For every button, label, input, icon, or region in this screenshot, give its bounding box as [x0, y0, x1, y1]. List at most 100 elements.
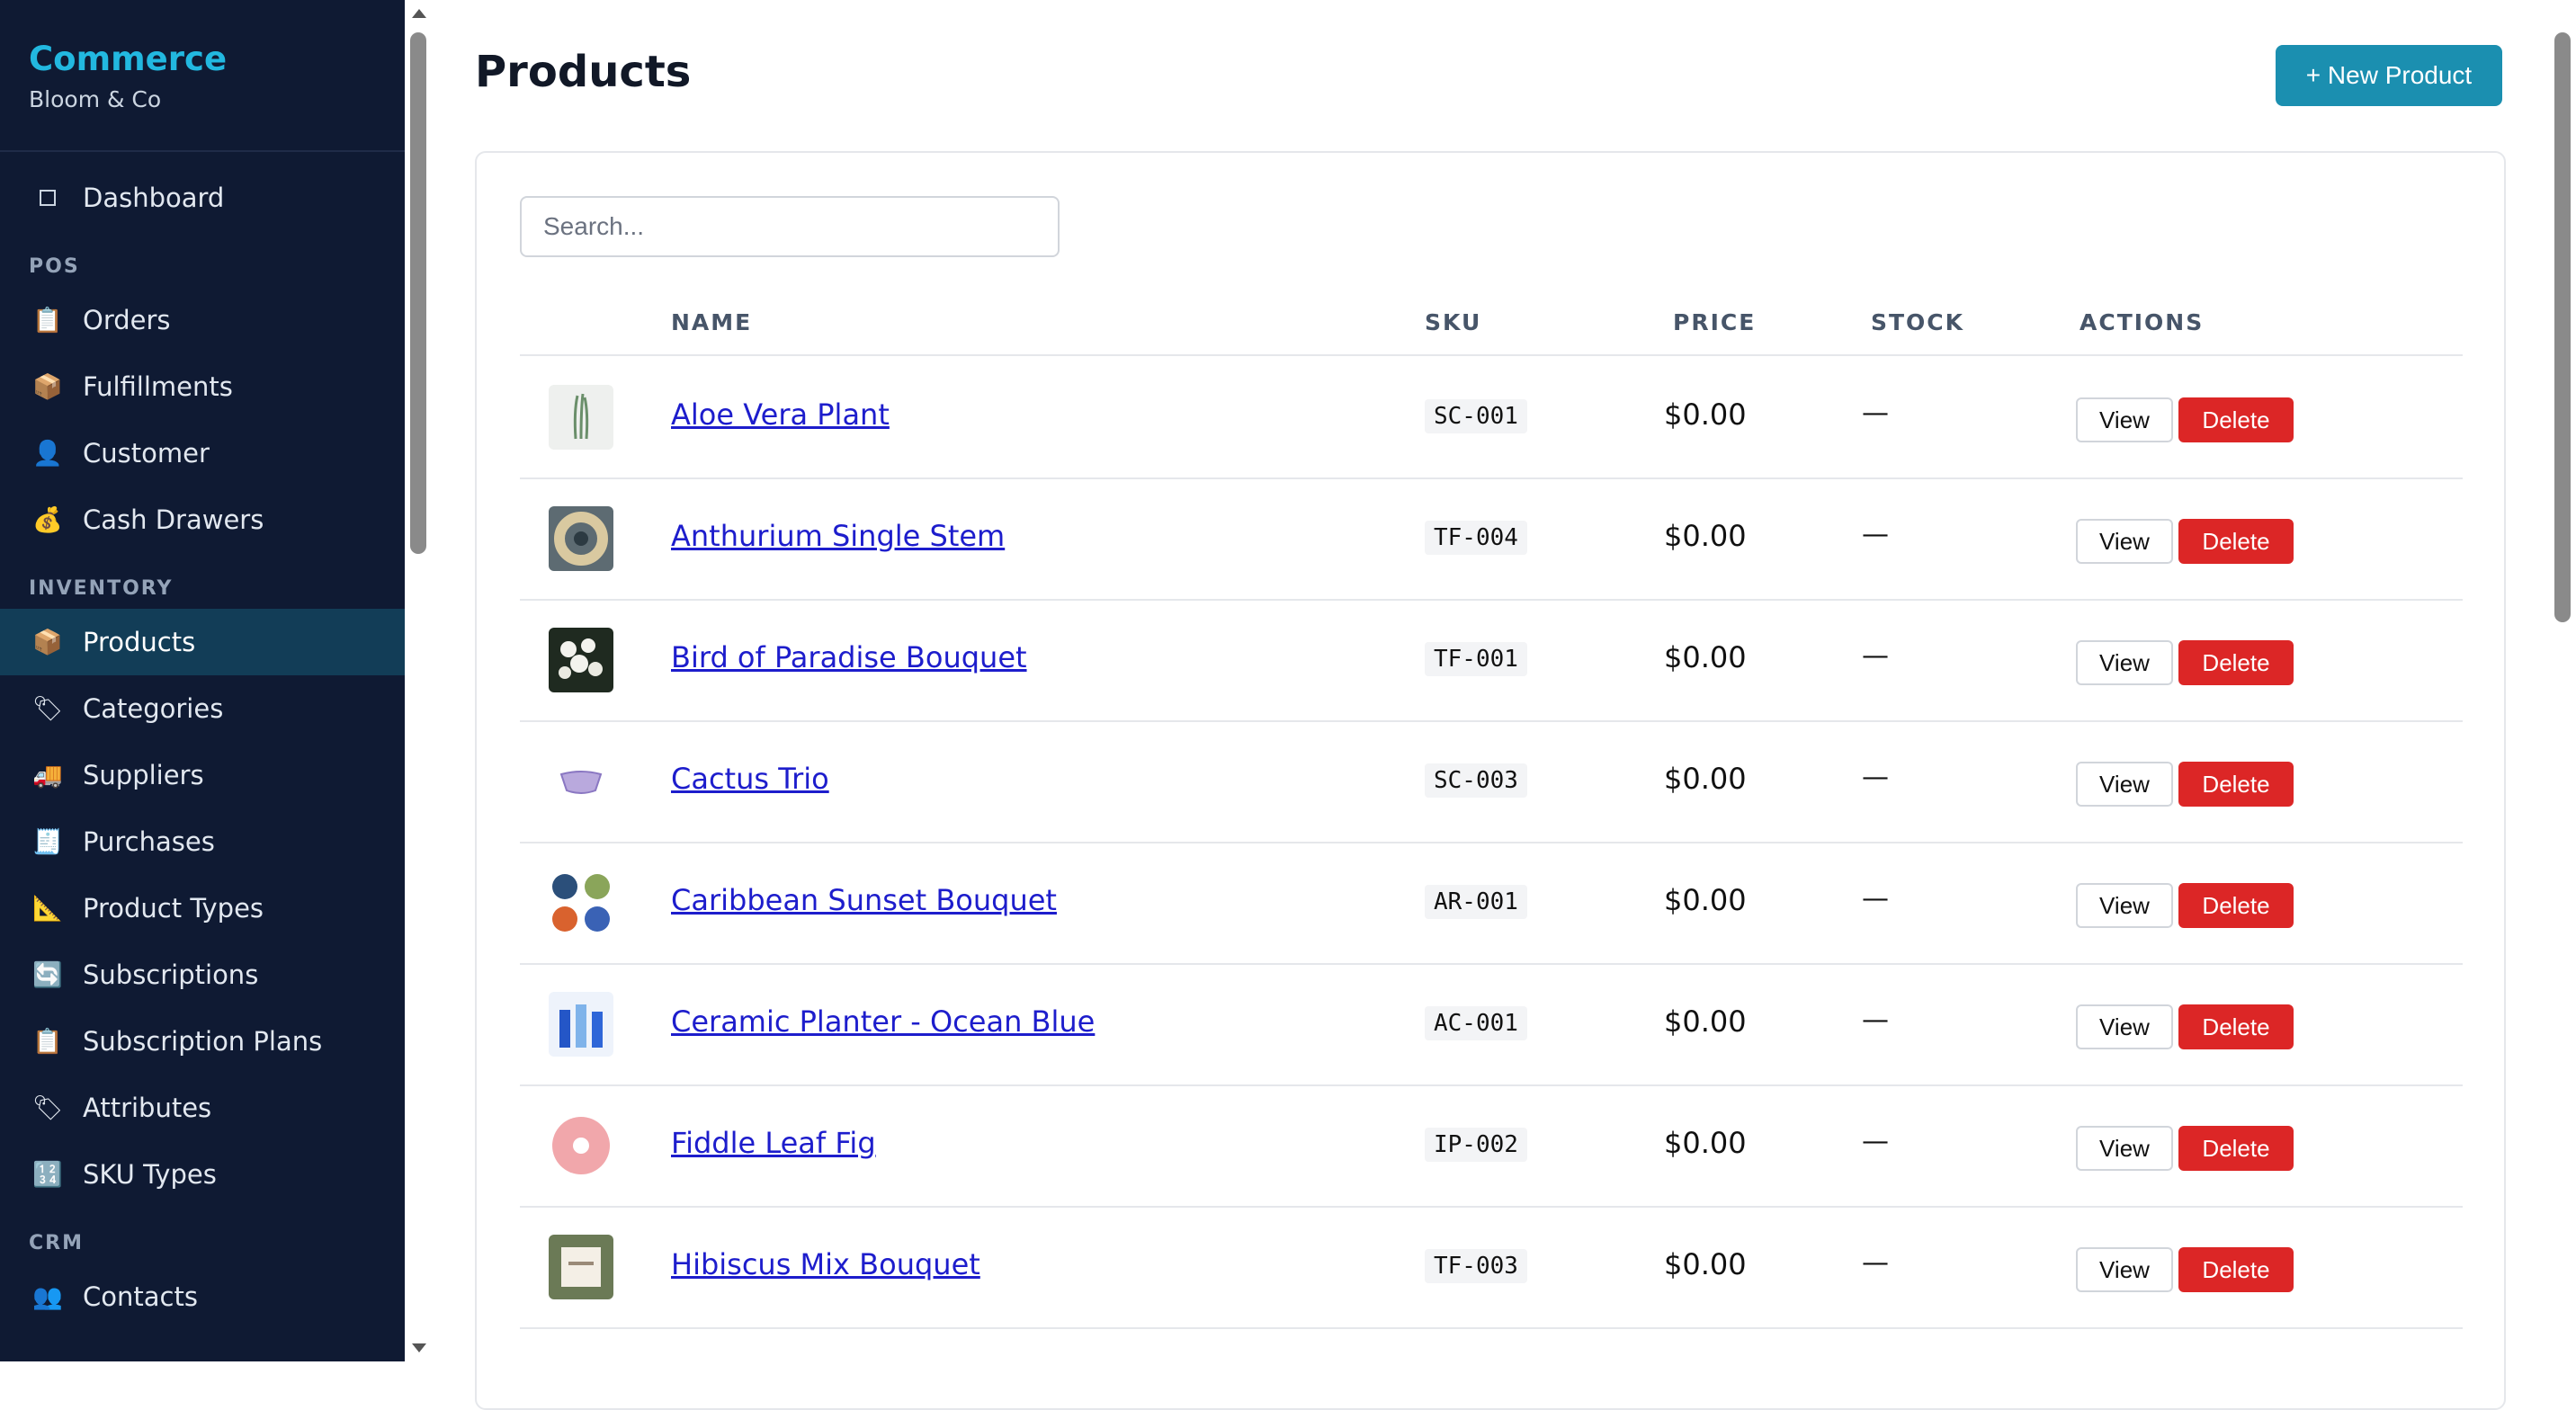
view-button[interactable]: View	[2076, 640, 2173, 685]
sidebar-item-label: Fulfillments	[83, 371, 233, 402]
delete-button[interactable]: Delete	[2178, 519, 2294, 564]
sidebar-section-inventory: INVENTORY	[29, 577, 174, 600]
sidebar-item-subscriptions[interactable]: 🔄 Subscriptions	[0, 941, 405, 1008]
table-row: Anthurium Single Stem TF-004 $0.00 — Vie…	[520, 479, 2463, 601]
delete-button[interactable]: Delete	[2178, 1247, 2294, 1292]
sidebar-item-categories[interactable]: 🏷 Categories	[0, 675, 405, 742]
sidebar-item-product-types[interactable]: 📐 Product Types	[0, 875, 405, 941]
sidebar-item-purchases[interactable]: 🧾 Purchases	[0, 808, 405, 875]
square-icon	[32, 183, 63, 213]
sidebar-item-cash-drawers[interactable]: 💰 Cash Drawers	[0, 486, 405, 553]
product-price: $0.00	[1664, 1247, 1747, 1281]
money-bag-icon: 💰	[32, 506, 63, 534]
delete-button[interactable]: Delete	[2178, 1126, 2294, 1171]
sidebar-item-suppliers[interactable]: 🚚 Suppliers	[0, 742, 405, 808]
sidebar-item-label: Product Types	[83, 893, 264, 924]
view-button[interactable]: View	[2076, 1126, 2173, 1171]
product-stock: —	[1862, 883, 1889, 915]
column-header-sku[interactable]: SKU	[1425, 309, 1481, 335]
sidebar-item-subscription-plans[interactable]: 📋 Subscription Plans	[0, 1008, 405, 1075]
product-name-link[interactable]: Ceramic Planter - Ocean Blue	[671, 1004, 1095, 1039]
product-thumbnail[interactable]	[549, 1235, 613, 1299]
product-stock: —	[1862, 1004, 1889, 1036]
table-row: Fiddle Leaf Fig IP-002 $0.00 — View Dele…	[520, 1086, 2463, 1208]
numbers-icon: 🔢	[32, 1161, 63, 1189]
product-sku: TF-001	[1425, 642, 1527, 676]
delete-button[interactable]: Delete	[2178, 397, 2294, 442]
product-thumbnail[interactable]	[549, 628, 613, 692]
view-button[interactable]: View	[2076, 762, 2173, 807]
product-name-link[interactable]: Hibiscus Mix Bouquet	[671, 1247, 980, 1281]
product-name-link[interactable]: Caribbean Sunset Bouquet	[671, 883, 1057, 917]
brand: Commerce Bloom & Co	[0, 0, 405, 152]
product-name-link[interactable]: Aloe Vera Plant	[671, 397, 890, 432]
product-name-link[interactable]: Bird of Paradise Bouquet	[671, 640, 1027, 674]
sidebar-item-sku-types[interactable]: 🔢 SKU Types	[0, 1141, 405, 1208]
product-thumbnail[interactable]	[549, 870, 613, 935]
delete-button[interactable]: Delete	[2178, 640, 2294, 685]
product-sku: AR-001	[1425, 885, 1527, 919]
column-header-price[interactable]: PRICE	[1673, 309, 1756, 335]
column-header-stock[interactable]: STOCK	[1871, 309, 1964, 335]
view-button[interactable]: View	[2076, 1004, 2173, 1049]
product-sku: TF-003	[1425, 1249, 1527, 1283]
truck-icon: 🚚	[32, 762, 63, 790]
sidebar-item-label: Products	[83, 627, 196, 657]
sidebar-item-fulfillments[interactable]: 📦 Fulfillments	[0, 353, 405, 420]
package-icon: 📦	[32, 373, 63, 401]
product-stock: —	[1862, 397, 1889, 429]
scrollbar-thumb[interactable]	[410, 32, 426, 554]
view-button[interactable]: View	[2076, 883, 2173, 928]
column-header-name[interactable]: NAME	[671, 309, 752, 335]
sidebar-item-attributes[interactable]: 🏷 Attributes	[0, 1075, 405, 1141]
main-content: Products + New Product NAME SKU PRICE ST…	[432, 0, 2549, 1410]
product-name-link[interactable]: Cactus Trio	[671, 762, 829, 796]
column-header-actions: ACTIONS	[2080, 309, 2205, 335]
sidebar-item-dashboard[interactable]: Dashboard	[0, 165, 405, 231]
product-stock: —	[1862, 1126, 1889, 1157]
view-button[interactable]: View	[2076, 1247, 2173, 1292]
product-price: $0.00	[1664, 519, 1747, 553]
view-button[interactable]: View	[2076, 519, 2173, 564]
product-thumbnail[interactable]	[549, 385, 613, 450]
table-row: Aloe Vera Plant SC-001 $0.00 — View Dele…	[520, 358, 2463, 479]
product-thumbnail[interactable]	[549, 992, 613, 1057]
sidebar-scrollbar[interactable]	[405, 0, 432, 1361]
sidebar-item-label: Dashboard	[83, 183, 225, 213]
new-product-button[interactable]: + New Product	[2276, 45, 2502, 106]
delete-button[interactable]: Delete	[2178, 883, 2294, 928]
product-stock: —	[1862, 1247, 1889, 1279]
package-icon: 📦	[32, 629, 63, 656]
sidebar-item-products[interactable]: 📦 Products	[0, 609, 405, 675]
sidebar-item-label: Customer	[83, 438, 210, 469]
sidebar-item-contacts[interactable]: 👥 Contacts	[0, 1263, 405, 1330]
product-sku: IP-002	[1425, 1128, 1527, 1162]
delete-button[interactable]: Delete	[2178, 762, 2294, 807]
product-thumbnail[interactable]	[549, 749, 613, 814]
sidebar-item-customer[interactable]: 👤 Customer	[0, 420, 405, 486]
product-thumbnail[interactable]	[549, 1113, 613, 1178]
sidebar-item-label: Subscriptions	[83, 959, 259, 990]
product-name-link[interactable]: Fiddle Leaf Fig	[671, 1126, 876, 1160]
delete-button[interactable]: Delete	[2178, 1004, 2294, 1049]
scroll-down-arrow-icon[interactable]	[412, 1343, 426, 1352]
scroll-up-arrow-icon[interactable]	[412, 9, 426, 18]
sidebar-item-label: Contacts	[83, 1281, 198, 1312]
page-scrollbar[interactable]	[2549, 0, 2576, 1361]
product-name-link[interactable]: Anthurium Single Stem	[671, 519, 1005, 553]
sidebar-item-label: Attributes	[83, 1093, 212, 1123]
receipt-icon: 🧾	[32, 828, 63, 856]
sidebar-item-label: SKU Types	[83, 1159, 217, 1190]
view-button[interactable]: View	[2076, 397, 2173, 442]
product-sku: SC-001	[1425, 399, 1527, 433]
sidebar-item-label: Categories	[83, 693, 224, 724]
product-price: $0.00	[1664, 397, 1747, 432]
people-icon: 👥	[32, 1283, 63, 1311]
clipboard-icon: 📋	[32, 307, 63, 335]
table-row: Hibiscus Mix Bouquet TF-003 $0.00 — View…	[520, 1208, 2463, 1329]
product-thumbnail[interactable]	[549, 506, 613, 571]
scrollbar-thumb[interactable]	[2554, 32, 2571, 622]
product-price: $0.00	[1664, 1126, 1747, 1160]
sidebar-item-orders[interactable]: 📋 Orders	[0, 287, 405, 353]
search-input[interactable]	[520, 196, 1060, 257]
